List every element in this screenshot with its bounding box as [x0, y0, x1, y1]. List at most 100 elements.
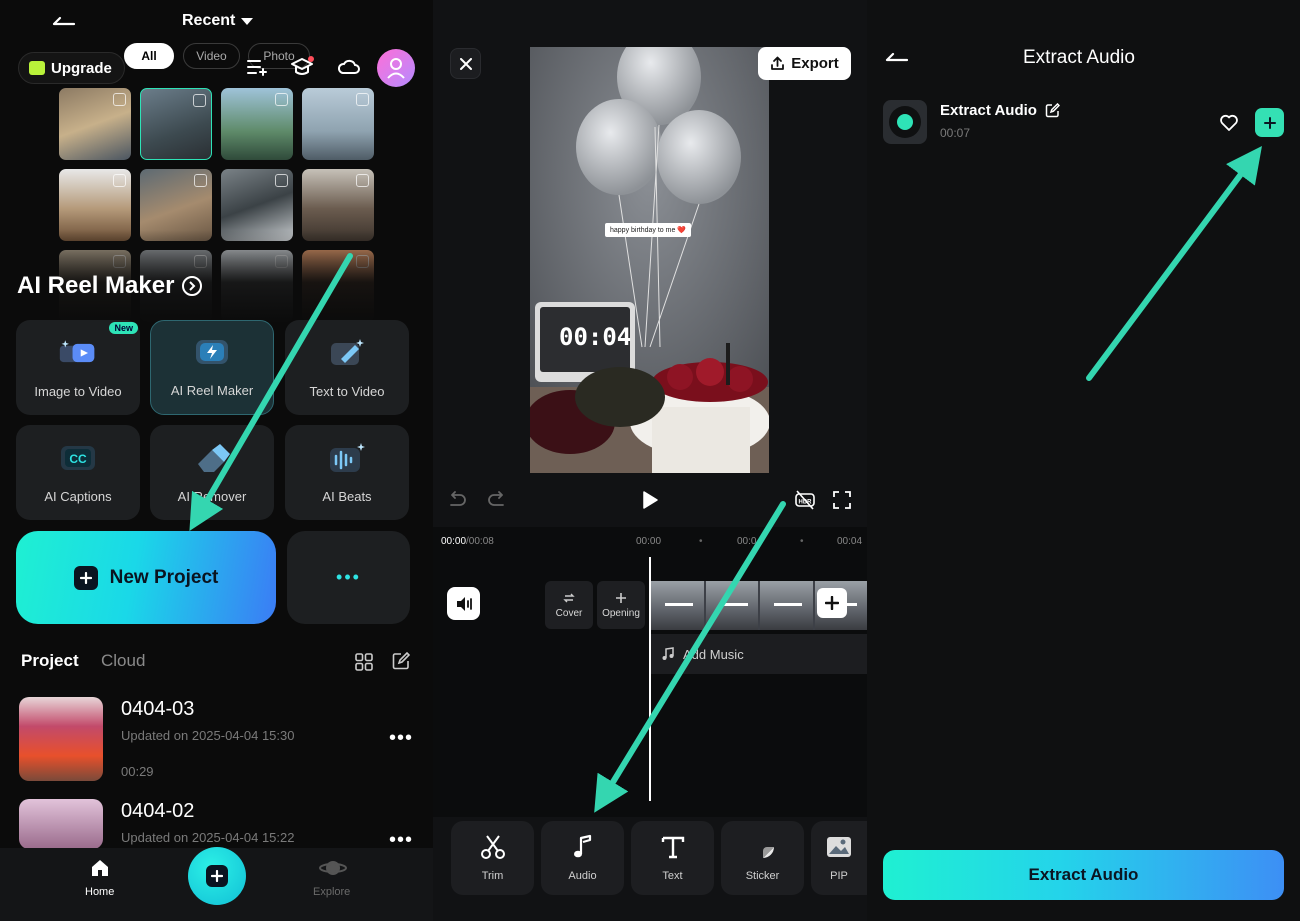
tool-trim[interactable]: Trim: [451, 821, 534, 895]
section-title: AI Reel Maker: [17, 272, 175, 299]
tool-label: Text: [662, 870, 683, 882]
hdr-off-icon[interactable]: HDR: [793, 488, 817, 512]
project-menu-icon[interactable]: •••: [389, 727, 413, 750]
feature-ai-beats[interactable]: AI Beats: [285, 425, 409, 520]
add-music-track[interactable]: Add Music: [651, 634, 867, 674]
audio-duration: 00:07: [940, 126, 971, 140]
speaker-icon: [456, 596, 472, 611]
fullscreen-icon[interactable]: [830, 488, 854, 512]
clock-display: 00:04: [559, 323, 632, 351]
video-preview[interactable]: 00:04 happy birthday to me ❤️: [530, 47, 769, 473]
tab-project[interactable]: Project: [21, 651, 79, 671]
undo-icon[interactable]: [445, 488, 469, 512]
tool-audio[interactable]: Audio: [541, 821, 624, 895]
album-selector[interactable]: Recent: [182, 12, 254, 30]
tool-label: Trim: [481, 870, 504, 882]
edit-icon[interactable]: [1045, 103, 1060, 118]
plus-icon: [825, 596, 839, 610]
plus-icon: [206, 865, 228, 887]
new-project-label: New Project: [109, 566, 219, 588]
more-features-button[interactable]: •••: [287, 531, 410, 624]
total-time: /00:08: [466, 536, 494, 547]
redo-icon[interactable]: [485, 488, 509, 512]
media-thumbnail[interactable]: [221, 88, 293, 160]
nav-explore-label[interactable]: Explore: [313, 886, 350, 898]
back-arrow-icon[interactable]: [885, 48, 909, 68]
tool-pip[interactable]: PIP: [811, 821, 867, 895]
ai-reel-maker-icon: [192, 335, 232, 369]
music-note-icon: [662, 647, 674, 660]
add-audio-button[interactable]: [1255, 108, 1284, 137]
time-readout: 00:00/00:08: [441, 536, 494, 547]
text-icon: [661, 836, 684, 859]
more-dots-icon: •••: [336, 567, 361, 587]
playhead[interactable]: [649, 557, 651, 801]
feature-ai-reel-maker[interactable]: AI Reel Maker: [150, 320, 274, 415]
nav-explore[interactable]: [318, 857, 348, 884]
mute-clip-audio-button[interactable]: [447, 587, 480, 620]
tool-label: Audio: [568, 870, 597, 882]
clip-frame: [651, 581, 704, 630]
media-thumbnail[interactable]: [140, 88, 212, 160]
home-screen: Recent Upgrade All Video Photo AI Reel M…: [0, 0, 433, 921]
close-icon: [459, 57, 472, 70]
feature-text-to-video[interactable]: Text to Video: [285, 320, 409, 415]
dropdown-icon: [241, 17, 254, 25]
new-project-button[interactable]: New Project: [16, 531, 276, 624]
ai-reel-maker-link[interactable]: AI Reel Maker: [17, 272, 203, 300]
filter-all[interactable]: All: [124, 43, 174, 69]
tool-text[interactable]: Text: [631, 821, 714, 895]
list-icon[interactable]: [244, 54, 270, 80]
add-music-label: Add Music: [683, 646, 744, 662]
scissors-icon: [480, 835, 505, 859]
heart-icon[interactable]: [1219, 113, 1239, 133]
pip-icon: [827, 837, 851, 857]
export-button[interactable]: Export: [758, 47, 851, 80]
filter-video[interactable]: Video: [183, 43, 240, 69]
opening-button[interactable]: Opening: [597, 581, 645, 629]
cover-button[interactable]: Cover: [545, 581, 593, 629]
ruler-dot: •: [800, 536, 804, 547]
plus-icon: [1263, 116, 1276, 129]
tutorial-icon[interactable]: [289, 54, 315, 80]
grid-view-icon[interactable]: [355, 653, 373, 671]
opening-label: Opening: [602, 607, 640, 619]
text-sticker[interactable]: happy birthday to me ❤️: [605, 223, 692, 237]
feature-ai-remover[interactable]: AI Remover: [150, 425, 274, 520]
tab-cloud[interactable]: Cloud: [101, 651, 145, 671]
extract-audio-button[interactable]: Extract Audio: [883, 850, 1284, 900]
media-thumbnail[interactable]: [59, 88, 131, 160]
create-fab-button[interactable]: [188, 847, 246, 905]
upload-icon: [771, 56, 785, 70]
nav-home-label[interactable]: Home: [85, 886, 114, 898]
play-icon[interactable]: [638, 488, 662, 512]
avatar[interactable]: [377, 49, 415, 87]
feature-label: Text to Video: [309, 384, 385, 399]
music-note-icon: [573, 834, 591, 858]
add-clip-button[interactable]: [817, 588, 847, 618]
back-arrow-icon[interactable]: [52, 10, 76, 30]
upgrade-button[interactable]: Upgrade: [18, 52, 125, 84]
cloud-icon[interactable]: [336, 54, 362, 80]
feature-label: AI Remover: [177, 489, 247, 504]
ruler-mark: 00:04: [837, 536, 863, 547]
project-thumbnail[interactable]: [19, 799, 103, 849]
home-icon: [92, 860, 108, 876]
feature-image-to-video[interactable]: New Image to Video: [16, 320, 140, 415]
crown-icon: [29, 61, 45, 75]
audio-item-name[interactable]: Extract Audio: [940, 102, 1060, 119]
clip-frame: [705, 581, 758, 630]
project-thumbnail[interactable]: [19, 697, 103, 781]
media-thumbnail[interactable]: [302, 88, 374, 160]
tool-sticker[interactable]: Sticker: [721, 821, 804, 895]
chevron-right-icon: [182, 276, 203, 296]
plus-icon: [73, 565, 98, 590]
close-button[interactable]: [450, 48, 481, 79]
project-name[interactable]: 0404-03: [121, 698, 194, 721]
feature-ai-captions[interactable]: CC AI Captions: [16, 425, 140, 520]
project-name[interactable]: 0404-02: [121, 800, 194, 823]
project-updated: Updated on 2025-04-04 15:22: [121, 830, 295, 845]
nav-home[interactable]: [84, 857, 116, 884]
edit-icon[interactable]: [392, 652, 410, 670]
svg-text:CC: CC: [69, 452, 87, 466]
